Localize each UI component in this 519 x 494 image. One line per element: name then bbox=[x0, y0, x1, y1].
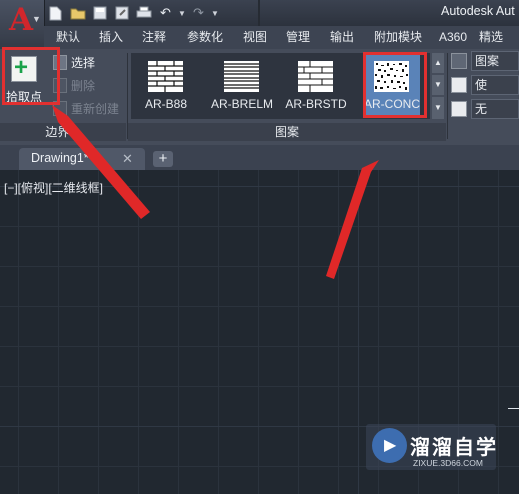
arrow-to-pick-points-icon bbox=[52, 105, 150, 219]
watermark-logo-icon: ▶ bbox=[372, 428, 407, 463]
watermark-url: ZIXUE.3D66.COM bbox=[413, 458, 483, 468]
arrow-to-ar-conc-icon bbox=[326, 160, 379, 279]
annotation-arrows bbox=[52, 105, 379, 279]
watermark-title: 溜溜自学 bbox=[410, 437, 498, 459]
